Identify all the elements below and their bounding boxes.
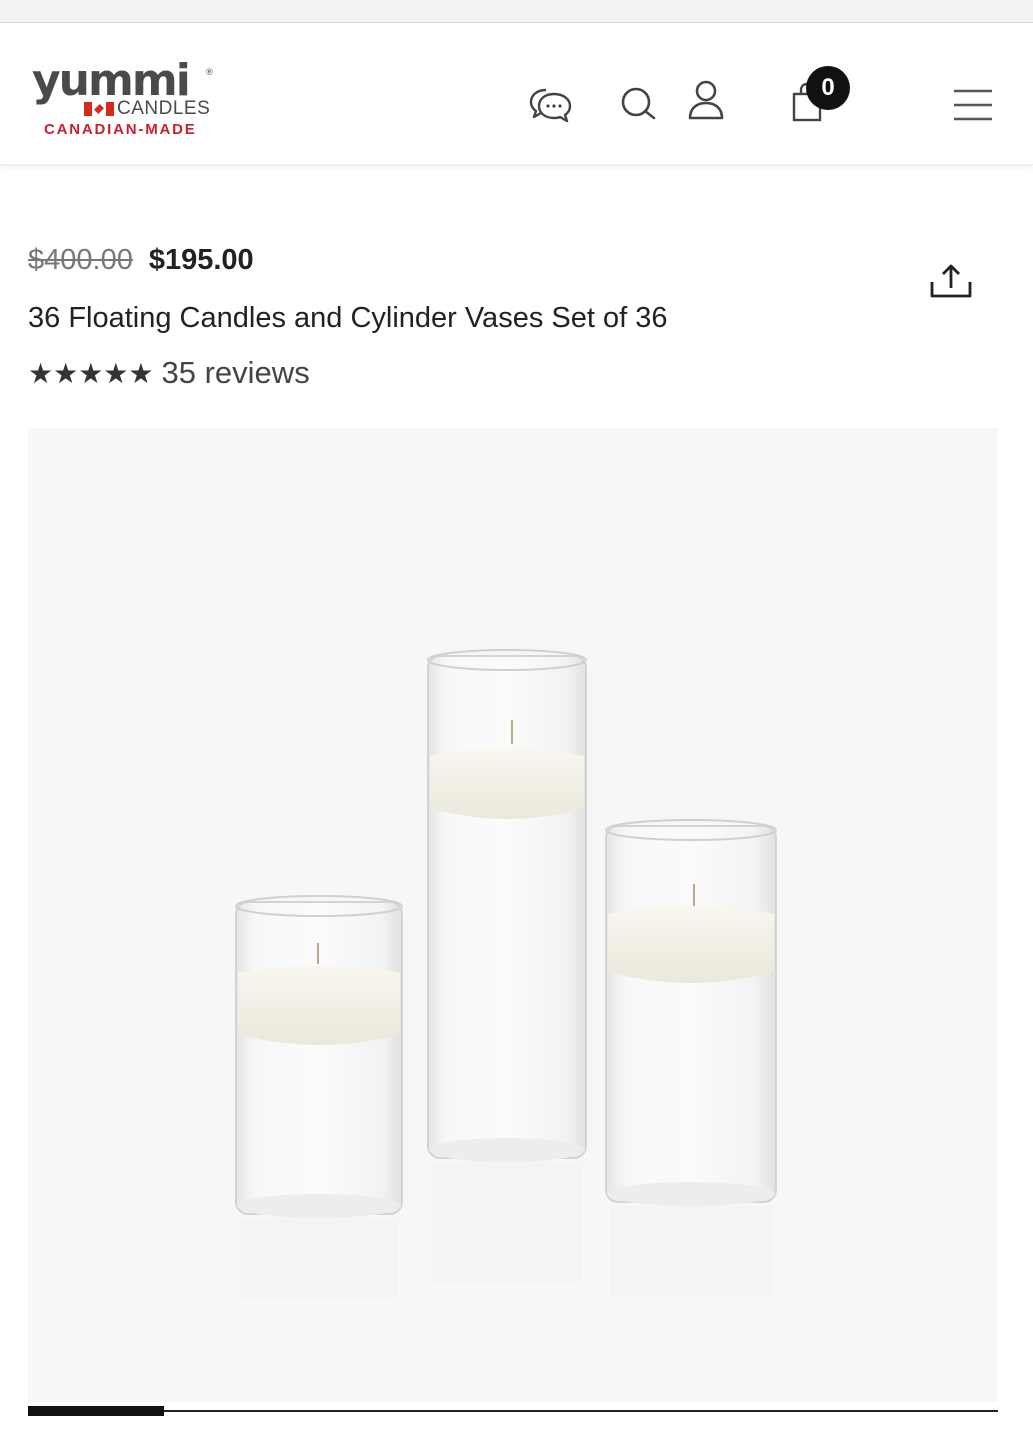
price-row: $400.00 $195.00: [28, 244, 254, 277]
star-rating-icon: ★★★★★: [28, 356, 154, 390]
gallery-progress-track[interactable]: [28, 1410, 998, 1412]
product-title: 36 Floating Candles and Cylinder Vases S…: [28, 302, 668, 334]
user-icon[interactable]: [684, 78, 728, 122]
hamburger-menu-icon[interactable]: [952, 88, 994, 122]
sale-price: $195.00: [148, 244, 254, 276]
product-image[interactable]: [28, 428, 998, 1402]
search-icon[interactable]: [618, 84, 658, 124]
reviews-link[interactable]: 35 reviews: [162, 355, 310, 391]
original-price: $400.00: [28, 244, 133, 276]
logo-tagline: CANADIAN-MADE: [44, 121, 197, 138]
medium-vase-right: [605, 819, 777, 1206]
cart-count-badge[interactable]: 0: [806, 66, 850, 110]
tall-vase-middle: [427, 649, 587, 1162]
rating-row[interactable]: ★★★★★ 35 reviews: [28, 355, 310, 391]
vases-with-floating-candles-image: [235, 649, 777, 1298]
browser-top-strip: [0, 0, 1033, 23]
logo-registered-mark: ®: [206, 67, 213, 77]
canada-flag-icon: [84, 102, 114, 116]
short-vase-left: [235, 895, 403, 1218]
gallery-progress-thumb[interactable]: [28, 1406, 164, 1416]
chat-bubbles-icon[interactable]: [528, 84, 574, 124]
logo-candles-text: CANDLES: [117, 98, 211, 119]
site-header: yummi ® CANDLES CANADIAN-MADE 0: [0, 23, 1033, 165]
logo-candles-row: CANDLES: [84, 98, 211, 119]
yummi-candles-logo[interactable]: yummi ® CANDLES CANADIAN-MADE: [30, 55, 220, 141]
share-icon[interactable]: [928, 262, 974, 302]
